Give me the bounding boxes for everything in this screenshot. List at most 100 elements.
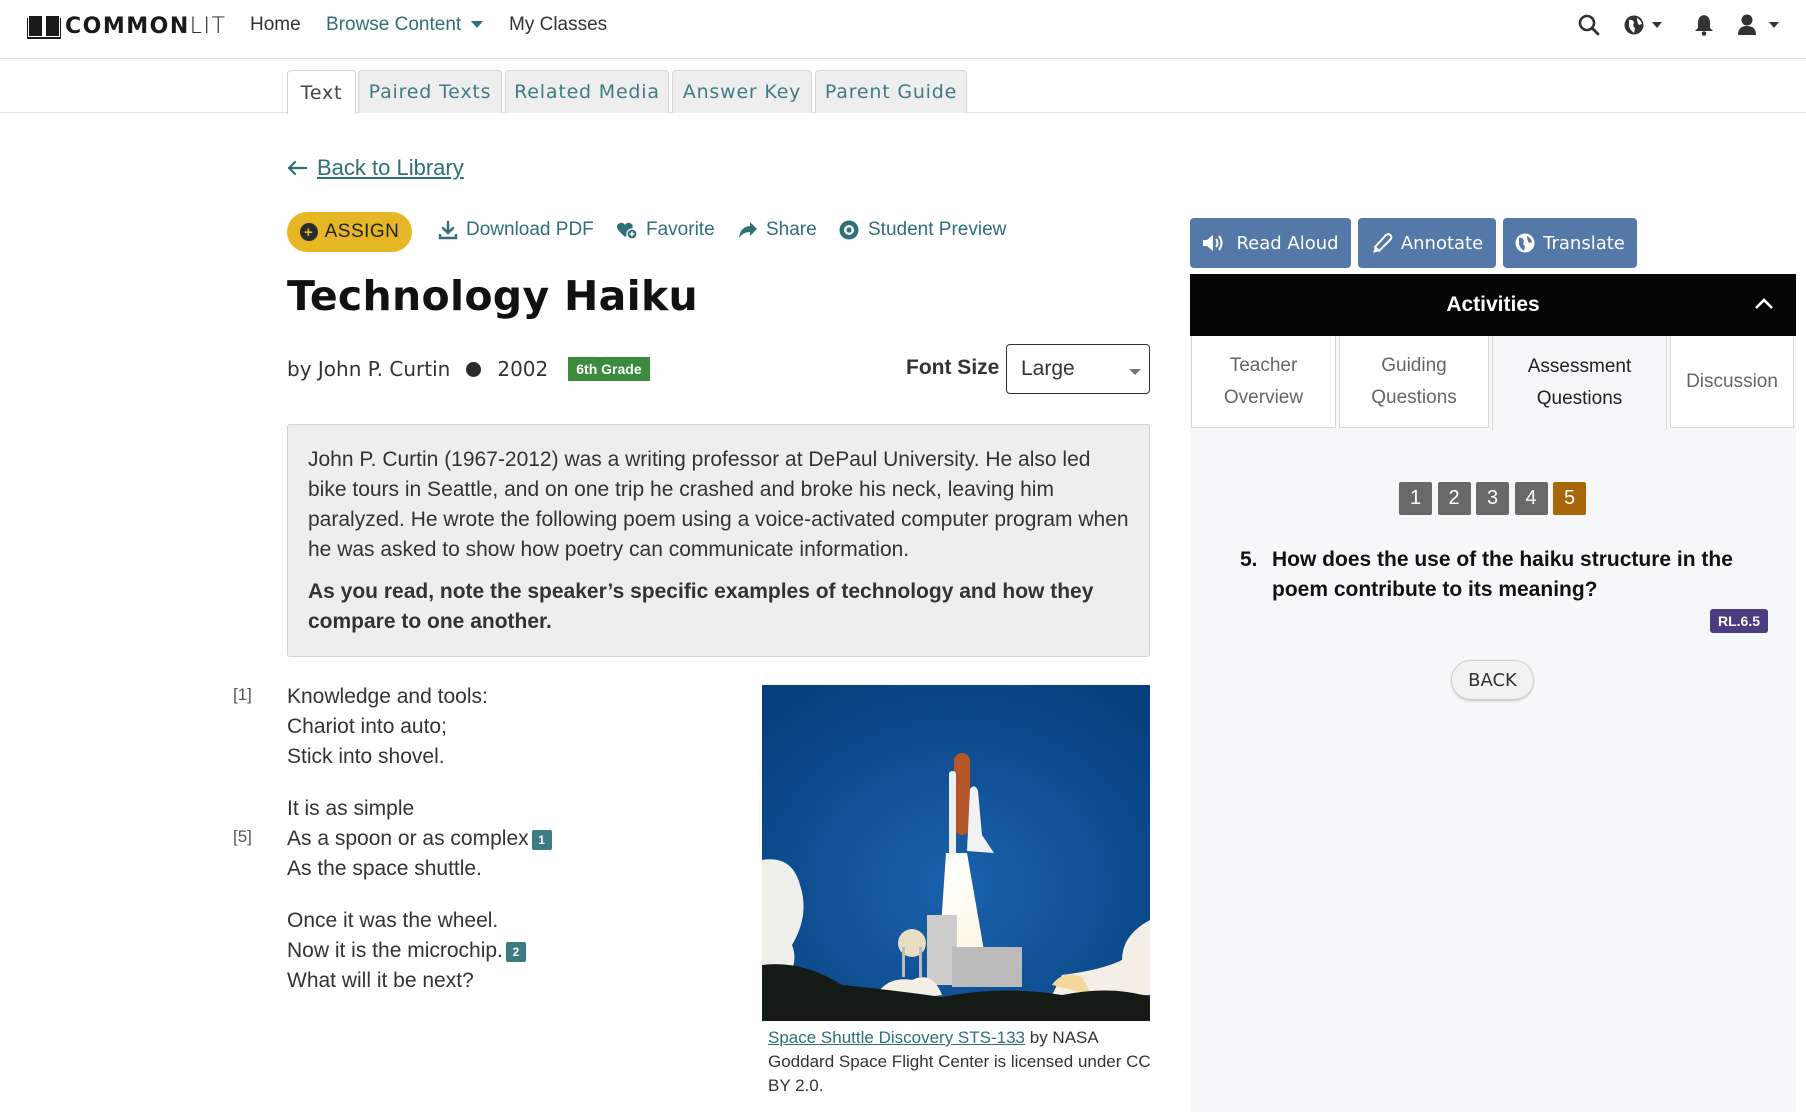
speaker-icon [1203, 235, 1223, 251]
stanza: [1] Knowledge and tools: Chariot into aut… [233, 682, 552, 772]
highlighter-icon [1372, 233, 1393, 253]
globe-icon [1624, 15, 1662, 35]
tab-label: Guiding [1381, 354, 1447, 376]
reading-prompt: As you read, note the speaker’s specific… [308, 580, 1094, 633]
tab-paired-texts[interactable]: Paired Texts [358, 70, 502, 113]
tab-label: Questions [1536, 388, 1623, 409]
globe-icon [1515, 233, 1535, 253]
text-tabs: Text Paired Texts Related Media Answer K… [0, 59, 1806, 114]
chevron-up-icon[interactable] [1754, 296, 1774, 310]
poem-line[interactable]: It is as simple [287, 794, 552, 824]
question-navigator: 1 2 3 4 5 [1399, 482, 1592, 515]
poem-line-text: As the space shuttle. [287, 857, 482, 880]
poem-line-text: Now it is the microchip. [287, 939, 503, 962]
question-number-button[interactable]: 3 [1476, 482, 1509, 515]
download-pdf-button[interactable]: Download PDF [438, 219, 594, 241]
nav-browse-content-label: Browse Content [326, 14, 462, 35]
back-button[interactable]: BACK [1451, 660, 1534, 700]
arrow-left-icon [287, 160, 307, 176]
plus-circle-icon: + [299, 223, 318, 241]
poem-line[interactable]: What will it be next? [287, 966, 552, 996]
search-icon[interactable] [1578, 14, 1600, 41]
annotate-button[interactable]: Annotate [1358, 218, 1496, 268]
footnote-marker[interactable]: 1 [531, 830, 552, 850]
read-aloud-label: Read Aloud [1236, 232, 1339, 254]
author: by John P. Curtin [287, 357, 451, 381]
tab-label: Overview [1223, 386, 1304, 408]
font-size-label: Font Size [906, 356, 1000, 379]
question-number-button[interactable]: 4 [1514, 482, 1548, 515]
student-preview-label: Student Preview [868, 219, 1007, 240]
back-to-library-link[interactable]: Back to Library [287, 155, 464, 181]
font-size-select[interactable]: Large [1006, 344, 1150, 394]
question-number-button-active[interactable]: 5 [1553, 482, 1586, 515]
footnote-marker[interactable]: 2 [505, 942, 526, 962]
poem-line[interactable]: Stick into shovel. [287, 742, 552, 772]
tab-teacher-overview[interactable]: Teacher Overview [1191, 336, 1336, 428]
read-aloud-button[interactable]: Read Aloud [1190, 218, 1351, 268]
poem-line[interactable]: [5] As a spoon or as complex 1 [233, 824, 552, 854]
poem-line[interactable]: As the space shuttle. [287, 854, 552, 884]
poem-line-text: What will it be next? [287, 969, 474, 992]
logo-text-light: LIT [189, 13, 227, 39]
activities-title: Activities [1446, 293, 1540, 316]
line-number: [5] [233, 827, 252, 846]
question-number-button[interactable]: 1 [1399, 482, 1432, 515]
chevron-down-icon [471, 21, 484, 29]
student-preview-button[interactable]: Student Preview [838, 219, 1006, 241]
image-caption: Space Shuttle Discovery STS-133 by NASA … [768, 1026, 1153, 1098]
nav-home[interactable]: Home [250, 14, 301, 36]
activities-header[interactable]: Activities [1190, 274, 1796, 336]
favorite-button[interactable]: Favorite [616, 219, 715, 241]
assessment-question: 5. How does the use of the haiku structu… [1240, 545, 1780, 605]
top-navigation: COMMONLIT Home Browse Content My Classes [0, 0, 1806, 59]
translate-button[interactable]: Translate [1503, 218, 1637, 268]
poem-line[interactable]: [1] Knowledge and tools: [233, 682, 552, 712]
language-menu[interactable] [1624, 14, 1666, 41]
heart-plus-icon [616, 222, 638, 240]
poem-line-text: Knowledge and tools: [287, 685, 488, 708]
question-number-button[interactable]: 2 [1437, 482, 1471, 515]
nav-my-classes[interactable]: My Classes [509, 14, 607, 36]
tab-guiding-questions[interactable]: Guiding Questions [1339, 336, 1489, 428]
tab-label: Questions [1371, 386, 1457, 408]
user-menu[interactable] [1737, 14, 1783, 41]
nav-browse-content[interactable]: Browse Content [326, 14, 484, 36]
poem-line-text: Stick into shovel. [287, 745, 445, 768]
byline: by John P. Curtin 2002 6th Grade [287, 357, 650, 381]
book-icon [27, 16, 61, 39]
bell-icon[interactable] [1694, 14, 1714, 41]
assign-button[interactable]: + ASSIGN [287, 212, 412, 252]
poem-line-text: Once it was the wheel. [287, 909, 499, 932]
text-title: Technology Haiku [287, 272, 699, 320]
space-shuttle-image [762, 685, 1150, 1021]
tab-label: Teacher [1229, 354, 1298, 376]
poem-line[interactable]: Once it was the wheel. [287, 906, 552, 936]
download-icon [438, 220, 458, 240]
tab-discussion[interactable]: Discussion [1670, 336, 1794, 428]
poem-line-text: As a spoon or as complex [287, 827, 529, 850]
logo-text-bold: COMMON [65, 13, 190, 39]
tab-parent-guide[interactable]: Parent Guide [815, 70, 967, 113]
question-number: 5. [1240, 548, 1258, 571]
tab-answer-key[interactable]: Answer Key [672, 70, 812, 113]
tab-text[interactable]: Text [287, 70, 356, 114]
image-source-link[interactable]: Space Shuttle Discovery STS-133 [768, 1028, 1025, 1047]
share-button[interactable]: Share [738, 219, 817, 241]
commonlit-logo[interactable]: COMMONLIT [27, 13, 226, 39]
tab-assessment-questions[interactable]: Assessment Questions [1492, 336, 1667, 430]
intro-paragraph: John P. Curtin (1967-2012) was a writing… [308, 448, 1129, 561]
separator-dot [466, 361, 482, 377]
publication-year: 2002 [497, 357, 549, 381]
poem-line[interactable]: Now it is the microchip. 2 [287, 936, 552, 966]
tab-label: Discussion [1686, 370, 1778, 392]
assign-label: ASSIGN [324, 221, 400, 242]
dropdown-arrow-icon [1129, 369, 1141, 375]
share-icon [739, 222, 757, 238]
line-number: [1] [233, 685, 252, 704]
poem-line[interactable]: Chariot into auto; [287, 712, 552, 742]
tab-related-media[interactable]: Related Media [505, 70, 669, 113]
poem-line-text: It is as simple [287, 797, 415, 820]
font-size-value: Large [1021, 357, 1075, 380]
back-to-library-label: Back to Library [317, 155, 464, 180]
